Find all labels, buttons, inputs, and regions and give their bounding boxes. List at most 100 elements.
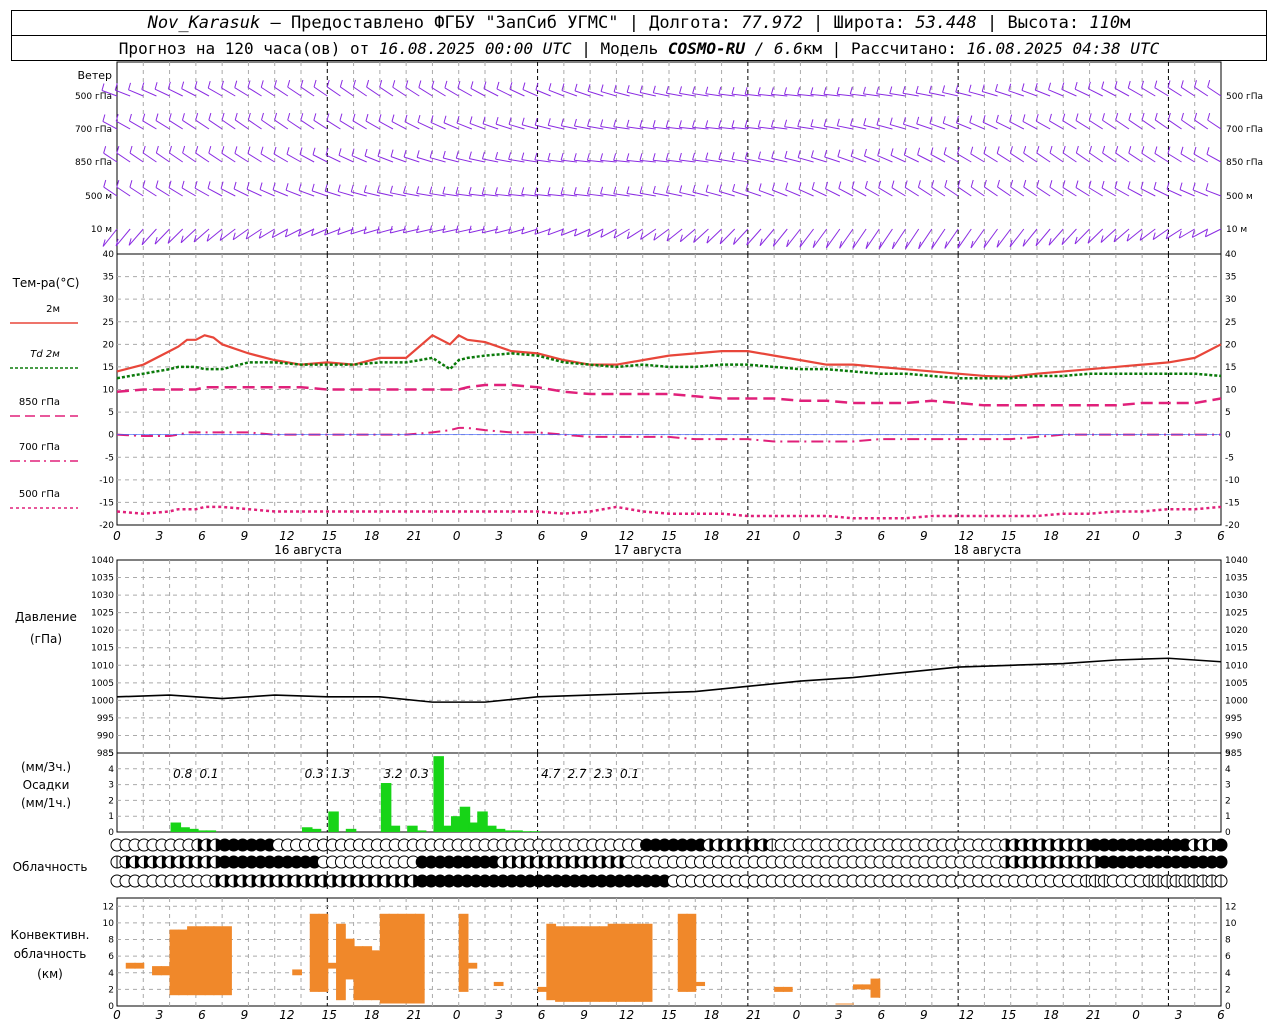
temp-line-4 bbox=[116, 505, 1222, 520]
wind-barb-feather bbox=[522, 82, 526, 90]
temp-tick-left: 0 bbox=[108, 431, 114, 441]
conv-bar bbox=[318, 913, 329, 992]
wind-barb-feather bbox=[744, 87, 748, 95]
wind-barb-feather bbox=[1207, 112, 1211, 121]
conv-bar bbox=[493, 981, 504, 987]
wind-barb bbox=[261, 119, 275, 130]
wind-barb bbox=[286, 153, 302, 163]
wind-barb bbox=[863, 124, 880, 130]
conv-bar bbox=[555, 926, 565, 1002]
wind-barb bbox=[365, 120, 381, 130]
wind-barb bbox=[706, 191, 722, 197]
wind-barb bbox=[904, 154, 919, 163]
hour-label-bottom: 15 bbox=[322, 1008, 337, 1022]
wind-barb-feather bbox=[1115, 112, 1119, 121]
wind-barb bbox=[1154, 119, 1169, 130]
wind-barb bbox=[890, 124, 906, 130]
wind-barb-feather bbox=[155, 113, 159, 121]
prec-tick-right: 1 bbox=[1225, 812, 1231, 822]
wind-barb bbox=[1062, 152, 1077, 163]
wind-barb bbox=[1049, 152, 1064, 163]
wind-barb-feather bbox=[494, 187, 498, 195]
wind-barb-feather bbox=[468, 186, 472, 195]
wind-barb bbox=[274, 86, 289, 97]
wind-level-label-right: 850 гПа bbox=[1226, 158, 1263, 168]
wind-barb bbox=[129, 120, 144, 130]
wind-barb bbox=[234, 119, 249, 130]
conv-bar bbox=[607, 923, 618, 1002]
wind-barb-feather bbox=[678, 152, 682, 161]
cloud-symbol bbox=[1214, 838, 1228, 852]
prec-tick-left: 0 bbox=[108, 828, 114, 838]
prec-tick-left: 5 bbox=[108, 749, 114, 759]
wind-barb-feather bbox=[195, 113, 199, 121]
wind-barb bbox=[208, 152, 223, 163]
hour-label: 6 bbox=[538, 529, 546, 543]
pres-tick-left: 1035 bbox=[91, 574, 114, 584]
hour-label-bottom: 3 bbox=[1175, 1008, 1183, 1022]
wind-barb bbox=[930, 154, 946, 163]
wind-barb bbox=[1088, 187, 1103, 197]
conv-bar bbox=[379, 913, 390, 1004]
wind-barb-feather bbox=[391, 114, 395, 122]
wind-barb bbox=[837, 156, 854, 163]
wind-barb-feather bbox=[508, 152, 512, 160]
wind-barb-feather bbox=[1075, 113, 1079, 121]
wind-barb-feather bbox=[758, 151, 761, 159]
wind-barb bbox=[1141, 152, 1156, 163]
wind-barb-feather bbox=[692, 120, 695, 128]
temp-tick-left: 40 bbox=[103, 250, 115, 260]
wind-barb-feather bbox=[274, 112, 278, 121]
wind-barb bbox=[1153, 188, 1169, 197]
wind-barb bbox=[864, 155, 880, 163]
wind-barb-feather bbox=[286, 147, 290, 155]
wind-barb bbox=[115, 120, 131, 130]
wind-barb-feather bbox=[416, 186, 420, 194]
hour-label: 15 bbox=[661, 529, 676, 543]
pres-tick-right: 1010 bbox=[1225, 661, 1248, 671]
wind-barb bbox=[1127, 87, 1143, 97]
wind-barb-feather bbox=[313, 79, 317, 88]
wind-barb-feather bbox=[573, 187, 577, 195]
wind-barb bbox=[182, 119, 197, 130]
wind-barb-feather bbox=[207, 80, 211, 89]
wind-barb bbox=[746, 228, 762, 246]
wind-barb-feather bbox=[692, 152, 696, 160]
wind-barb-feather bbox=[996, 146, 1000, 154]
wind-barb-feather bbox=[417, 115, 421, 123]
wind-barb bbox=[1062, 186, 1077, 197]
hour-label: 0 bbox=[793, 529, 801, 543]
wind-barb bbox=[1141, 87, 1156, 97]
hour-label-bottom: 12 bbox=[959, 1008, 974, 1022]
wind-barb-feather bbox=[864, 180, 868, 189]
wind-barb bbox=[772, 189, 788, 197]
wind-barb-feather bbox=[521, 152, 525, 160]
wind-barb-feather bbox=[705, 152, 709, 160]
precip-bar bbox=[380, 783, 392, 832]
precip-3h-label: 1.3 bbox=[331, 767, 350, 781]
wind-barb bbox=[942, 91, 959, 97]
wind-barb bbox=[944, 228, 959, 249]
wind-barb bbox=[351, 155, 367, 163]
wind-barb-feather bbox=[705, 120, 709, 128]
wind-barb bbox=[182, 152, 197, 163]
hour-label: 9 bbox=[241, 529, 249, 543]
wind-barb bbox=[299, 154, 315, 163]
wind-barb-feather bbox=[1023, 146, 1027, 154]
wind-barb bbox=[1180, 86, 1195, 97]
wind-barb-feather bbox=[1074, 82, 1078, 90]
wind-barb-feather bbox=[915, 85, 919, 94]
temp-tick-left: 30 bbox=[103, 295, 115, 305]
wind-barb bbox=[272, 189, 289, 197]
wind-barb bbox=[326, 86, 341, 97]
wind-barb-feather bbox=[705, 184, 709, 192]
precip-3h-label: 0.8 bbox=[173, 767, 192, 781]
hour-label: 6 bbox=[1217, 529, 1225, 543]
wind-barb-feather bbox=[652, 153, 656, 161]
wind-barb bbox=[207, 87, 223, 97]
temp-tick-right: 15 bbox=[1225, 363, 1236, 373]
wind-barb bbox=[221, 87, 236, 97]
temp-line-2 bbox=[116, 383, 1222, 407]
conv-bar bbox=[152, 966, 162, 976]
wind-barb-feather bbox=[534, 152, 538, 160]
